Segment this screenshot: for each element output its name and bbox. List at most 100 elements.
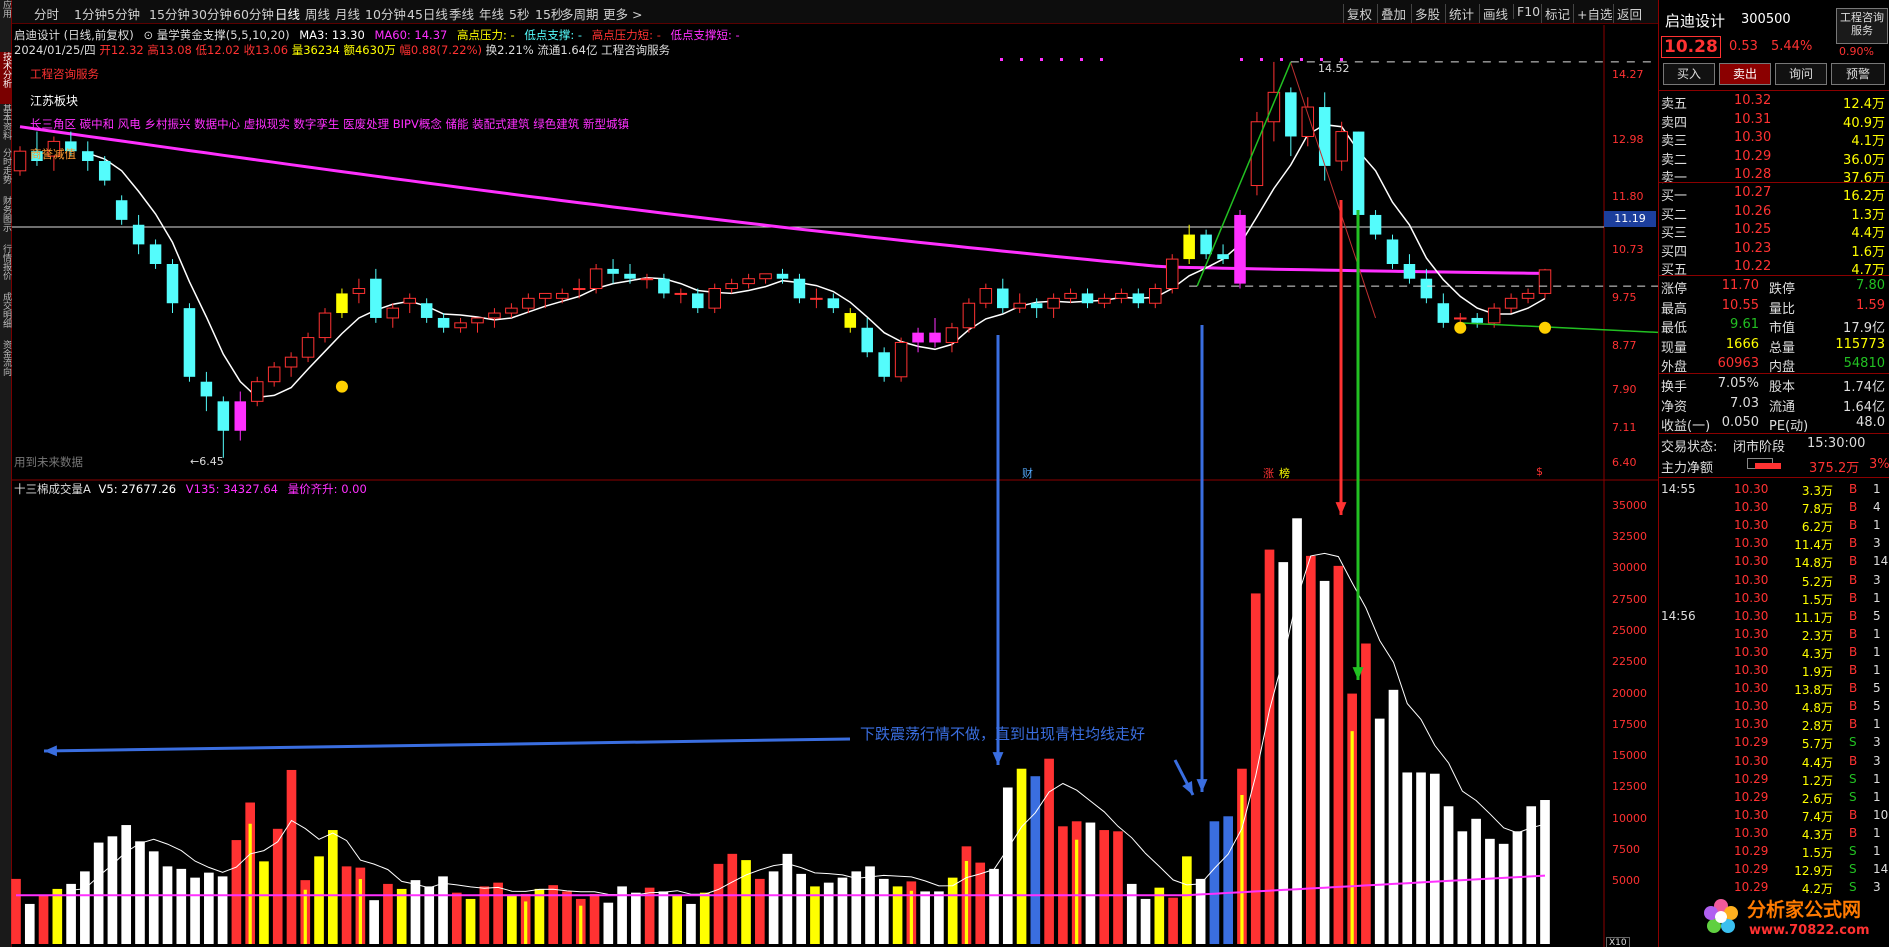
quote-v2-4: 54810 bbox=[1843, 356, 1885, 371]
ask-label-2: 卖三 bbox=[1661, 134, 1688, 149]
bar-low: 低12.02 bbox=[195, 43, 240, 57]
tick-n-20: 1 bbox=[1873, 844, 1881, 858]
candle-body bbox=[217, 401, 230, 431]
volume-indicator-name[interactable]: 十三棉成交量A bbox=[14, 482, 91, 496]
candle-body bbox=[1386, 239, 1399, 264]
tick-price-17: 10.29 bbox=[1734, 789, 1769, 804]
fund-k2-0: 股本 bbox=[1769, 380, 1796, 395]
candle-body bbox=[894, 341, 908, 378]
volume-bar bbox=[66, 883, 76, 944]
candle-body bbox=[827, 298, 840, 309]
volume-tick-1: 32500 bbox=[1612, 530, 1647, 544]
volume-bar bbox=[1044, 758, 1054, 944]
volume-bar bbox=[851, 871, 862, 944]
red-down-arrow-head bbox=[1335, 502, 1347, 515]
candle-body bbox=[454, 322, 467, 329]
volume-bar bbox=[562, 891, 572, 944]
tick-n-9: 1 bbox=[1873, 644, 1881, 659]
region-label[interactable]: 江苏板块 bbox=[30, 92, 78, 109]
last-price: 10.28 bbox=[1661, 36, 1721, 58]
tick-price-12: 10.30 bbox=[1734, 699, 1769, 714]
candle-body bbox=[98, 161, 111, 181]
volume-tick-4: 25000 bbox=[1612, 623, 1647, 637]
tick-side-21: S bbox=[1849, 862, 1857, 877]
candle-body bbox=[1064, 292, 1077, 299]
tick-price-0: 10.30 bbox=[1734, 482, 1769, 496]
candle-body bbox=[1352, 131, 1365, 215]
volume-bar bbox=[947, 877, 958, 944]
inquiry-button[interactable]: 询问 bbox=[1775, 63, 1827, 85]
tick-vol-4: 14.8万 bbox=[1794, 556, 1833, 571]
badge-line2: 服务 bbox=[1851, 24, 1873, 37]
industry-badge[interactable]: 工程咨询 服务 bbox=[1836, 8, 1888, 44]
tick-vol-10: 1.9万 bbox=[1801, 665, 1833, 679]
dollar-marker[interactable]: $ bbox=[1536, 465, 1543, 478]
ma60-value: MA60: 14.37 bbox=[374, 28, 448, 42]
candle-body bbox=[1030, 303, 1043, 309]
price-change: 0.53 bbox=[1729, 39, 1758, 54]
tick-n-11: 5 bbox=[1873, 681, 1881, 696]
candle-body bbox=[945, 327, 959, 343]
tick-vol-3: 11.4万 bbox=[1794, 538, 1833, 553]
finance-marker[interactable]: 财 bbox=[1022, 465, 1033, 481]
kline-chart[interactable] bbox=[0, 0, 1658, 947]
tick-vol-14: 5.7万 bbox=[1801, 737, 1833, 752]
candle-body bbox=[776, 273, 789, 279]
candle-body bbox=[1403, 264, 1416, 279]
volume-bar bbox=[383, 883, 393, 944]
ask-price-3: 10.29 bbox=[1734, 148, 1772, 164]
volume-bar bbox=[24, 903, 35, 944]
candle-body bbox=[471, 317, 484, 324]
high-pressure-short: 高点压力短: - bbox=[591, 28, 661, 42]
event-dot bbox=[1020, 58, 1023, 61]
tick-n-7: 5 bbox=[1873, 608, 1881, 623]
buy-button[interactable]: 买入 bbox=[1663, 63, 1715, 85]
volume-bar-inner bbox=[964, 860, 969, 944]
volume-bar bbox=[713, 863, 724, 944]
candle-body bbox=[810, 297, 823, 300]
tick-vol-2: 6.2万 bbox=[1801, 520, 1833, 535]
industry-label[interactable]: 工程咨询服务 bbox=[30, 66, 99, 82]
candle-body bbox=[1420, 278, 1433, 299]
bar-turnover: 换2.21% bbox=[485, 43, 534, 57]
event-dot bbox=[1080, 58, 1083, 61]
volume-bar bbox=[259, 861, 269, 944]
candle-body bbox=[403, 297, 416, 304]
ranking-marker[interactable]: 榜 bbox=[1279, 465, 1290, 481]
volume-bar bbox=[782, 853, 793, 944]
volume-bar bbox=[1471, 818, 1481, 944]
candle-body bbox=[352, 288, 366, 294]
limit-up-marker[interactable]: 涨 bbox=[1263, 465, 1274, 481]
fund-k2-1: 流通 bbox=[1769, 399, 1796, 415]
event-dot bbox=[1300, 58, 1303, 61]
goodwill-label[interactable]: 商誉减值 bbox=[30, 146, 76, 162]
ask-price-1: 10.31 bbox=[1734, 111, 1772, 127]
fund-v2-0: 1.74亿 bbox=[1843, 380, 1885, 395]
bid-price-3: 10.23 bbox=[1734, 240, 1772, 256]
volume-bar bbox=[1002, 787, 1013, 944]
watermark-name: 分析家公式网 bbox=[1747, 899, 1862, 921]
chart-header-line1: 启迪设计 (日线,前复权) ⊙ 量学黄金支撑(5,5,10,20) MA3: 1… bbox=[14, 27, 740, 43]
fund-v2-1: 1.64亿 bbox=[1843, 399, 1885, 415]
alert-button[interactable]: 预警 bbox=[1831, 63, 1885, 85]
tick-price-9: 10.30 bbox=[1734, 644, 1769, 659]
bar-close: 收13.06 bbox=[243, 43, 289, 57]
volume-bar-inner bbox=[1240, 795, 1244, 944]
indicator-name[interactable]: ⊙ 量学黄金支撑(5,5,10,20) bbox=[143, 28, 289, 42]
tick-vol-13: 2.8万 bbox=[1801, 719, 1833, 734]
ma60-line bbox=[19, 125, 1546, 275]
sell-button[interactable]: 卖出 bbox=[1719, 63, 1771, 85]
tick-vol-21: 12.9万 bbox=[1794, 864, 1833, 879]
volume-bar-inner bbox=[248, 823, 252, 944]
candle-body bbox=[658, 278, 670, 294]
ask-vol-2: 4.1万 bbox=[1851, 134, 1885, 149]
concepts-label[interactable]: 长三角区 碳中和 风电 乡村振兴 数据中心 虚拟现实 数字孪生 医废处理 BIP… bbox=[30, 116, 629, 132]
ask-label-3: 卖二 bbox=[1661, 152, 1688, 168]
tick-vol-1: 7.8万 bbox=[1801, 502, 1833, 517]
tick-n-17: 1 bbox=[1873, 789, 1881, 804]
high-price-label: 14.52 bbox=[1318, 62, 1350, 75]
volume-bar bbox=[204, 872, 214, 944]
tick-price-18: 10.30 bbox=[1734, 807, 1769, 822]
volume-bar bbox=[989, 868, 999, 944]
main-net-pct: 3% bbox=[1869, 457, 1889, 472]
